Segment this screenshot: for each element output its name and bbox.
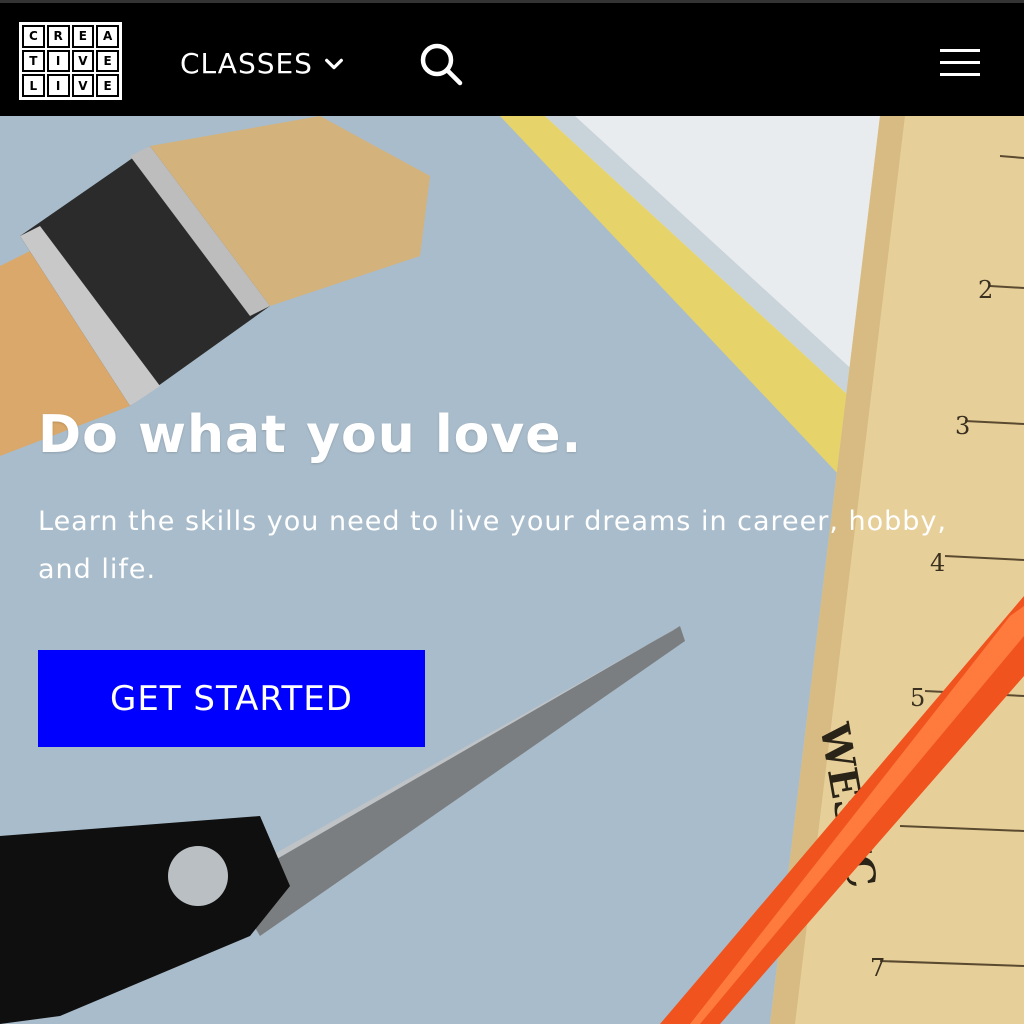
hero-subtext: Learn the skills you need to live your d…: [38, 506, 948, 585]
hero-section: 2 3 4 5 7 WESTC Do what you love. Learn …: [0, 116, 1024, 1024]
hamburger-menu-icon[interactable]: [940, 47, 980, 79]
logo-letter: E: [96, 49, 119, 73]
classes-dropdown[interactable]: CLASSES: [180, 47, 345, 80]
logo-letter: R: [46, 25, 70, 48]
top-nav-bar: C R E A T I V E L I V E CLASSES: [0, 0, 1024, 116]
svg-text:3: 3: [955, 412, 970, 440]
classes-label: CLASSES: [180, 47, 313, 80]
logo-letter: T: [22, 49, 45, 73]
logo-letter: A: [96, 25, 119, 48]
logo-letter: C: [22, 25, 45, 48]
svg-text:5: 5: [910, 684, 925, 712]
logo-letter: V: [71, 49, 95, 73]
get-started-button[interactable]: GET STARTED: [38, 650, 425, 747]
logo-letter: E: [96, 74, 119, 97]
search-icon[interactable]: [418, 41, 464, 87]
logo-letter: V: [71, 74, 95, 97]
svg-text:7: 7: [870, 954, 885, 982]
creativelive-logo[interactable]: C R E A T I V E L I V E: [19, 22, 122, 100]
hero-headline: Do what you love.: [38, 405, 583, 465]
logo-letter: E: [71, 25, 95, 48]
logo-letter: I: [46, 49, 70, 73]
logo-letter: I: [46, 74, 70, 97]
svg-text:2: 2: [978, 276, 993, 304]
logo-letter: L: [22, 74, 45, 97]
chevron-down-icon: [325, 58, 343, 69]
